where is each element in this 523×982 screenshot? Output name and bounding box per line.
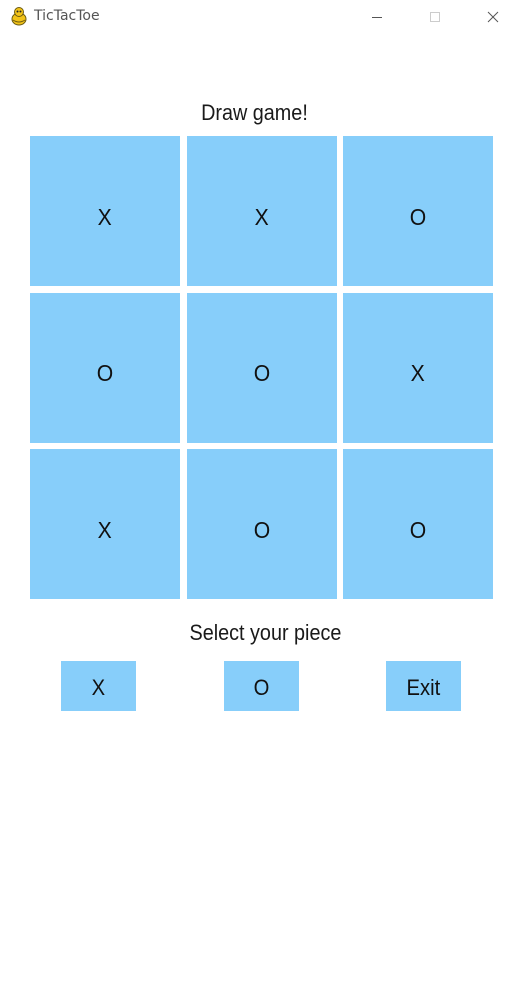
board-cell-r3c3[interactable]: O <box>343 449 493 599</box>
exit-button[interactable]: Exit <box>386 661 461 711</box>
game-status: Draw game! <box>201 100 308 125</box>
pygame-snake-icon <box>9 6 29 26</box>
cell-mark: O <box>253 360 270 386</box>
close-icon <box>487 11 499 22</box>
board-cell-r3c1[interactable]: X <box>30 449 180 599</box>
board-cell-r2c1[interactable]: O <box>30 292 180 443</box>
minimize-button[interactable] <box>354 0 400 33</box>
select-o-button[interactable]: O <box>224 661 299 711</box>
cell-mark: O <box>409 516 427 543</box>
cell-mark: X <box>410 360 426 386</box>
board-cell-r2c3[interactable]: X <box>343 292 493 443</box>
maximize-button[interactable] <box>412 0 458 33</box>
minimize-icon <box>372 16 382 18</box>
title-bar[interactable]: TicTacToe <box>0 0 523 33</box>
select-x-button[interactable]: X <box>61 661 136 711</box>
board-cell-r1c1[interactable]: X <box>30 136 180 286</box>
game-board: X X O O O X X O O <box>30 136 493 599</box>
board-cell-r1c2[interactable]: X <box>186 136 337 286</box>
cell-mark: O <box>409 203 427 230</box>
close-button[interactable] <box>470 0 516 33</box>
cell-mark: X <box>254 203 269 230</box>
cell-mark: O <box>253 516 270 543</box>
board-cell-r2c2[interactable]: O <box>186 292 337 443</box>
window-title: TicTacToe <box>34 8 100 24</box>
select-x-label: X <box>91 674 106 700</box>
exit-label: Exit <box>406 674 441 700</box>
select-piece-label: Select your piece <box>189 620 342 645</box>
maximize-icon <box>430 11 440 22</box>
cell-mark: O <box>96 360 114 386</box>
board-cell-r3c2[interactable]: O <box>186 449 337 599</box>
board-cell-r1c3[interactable]: O <box>343 136 493 286</box>
select-o-label: O <box>253 674 270 700</box>
cell-mark: X <box>97 516 113 543</box>
cell-mark: X <box>97 203 113 230</box>
